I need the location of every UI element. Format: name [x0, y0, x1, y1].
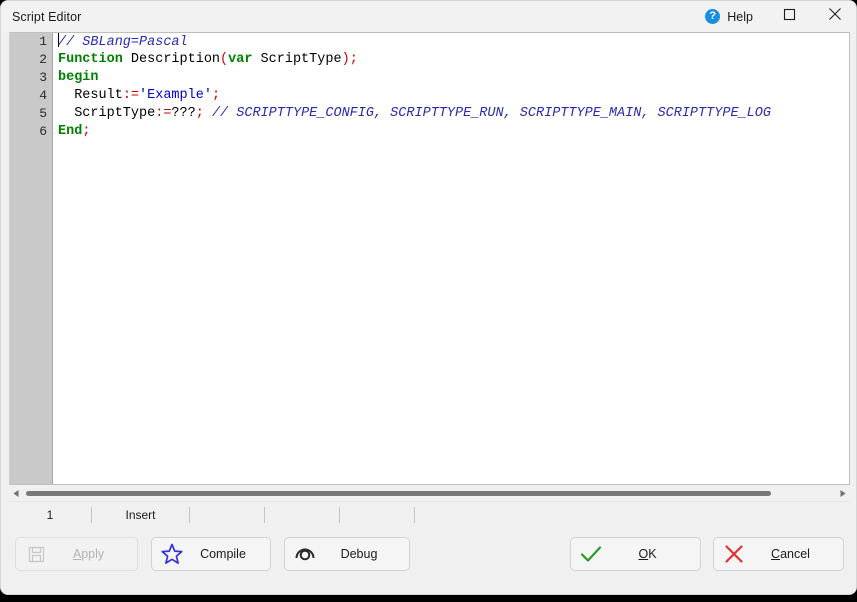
code-token: var — [228, 52, 253, 67]
cross-icon — [714, 544, 754, 564]
status-panel-6 — [415, 502, 535, 528]
script-editor-window: Script Editor ? Help 1 2 3 4 5 6 // SBLa… — [0, 0, 857, 595]
status-panel-4 — [265, 502, 339, 528]
code-token: End — [58, 124, 83, 139]
line-number: 3 — [39, 70, 47, 85]
code-line[interactable]: begin — [58, 69, 849, 87]
horizontal-scrollbar[interactable] — [9, 486, 850, 501]
line-number: 5 — [39, 106, 47, 121]
status-insert-mode: Insert — [125, 508, 156, 522]
code-token: Function — [58, 52, 123, 67]
code-editor[interactable]: 123456 // SBLang=Pascal Function Descript… — [9, 32, 850, 485]
triangle-left-icon — [12, 485, 21, 503]
code-token: ; — [82, 124, 91, 139]
star-icon — [152, 543, 192, 565]
dialog-button-bar: Apply Compile Debug OK Cancel — [1, 528, 856, 594]
help-button-label: Help — [727, 9, 753, 24]
horizontal-scrollbar-track[interactable] — [24, 486, 835, 501]
code-token: Description — [122, 52, 221, 67]
code-token: := — [155, 106, 172, 121]
line-number: 1 — [39, 34, 47, 49]
debug-button-label: Debug — [340, 547, 378, 561]
code-token: Result — [58, 88, 123, 103]
scroll-left-button[interactable] — [9, 486, 24, 501]
status-panel-3 — [190, 502, 264, 528]
ok-button-label: OK — [638, 547, 657, 561]
close-icon — [828, 7, 842, 26]
code-line[interactable]: Function Description(var ScriptType); — [58, 51, 849, 69]
code-token: // SBLang=Pascal — [58, 35, 188, 50]
apply-button-label: Apply — [72, 547, 105, 561]
code-token: ) — [341, 52, 350, 67]
question-mark-circle-icon: ? — [705, 9, 721, 24]
close-button[interactable] — [812, 1, 856, 32]
horizontal-scrollbar-thumb[interactable] — [26, 491, 771, 496]
eye-icon — [285, 544, 325, 564]
line-number: 6 — [39, 124, 47, 139]
compile-button-label: Compile — [200, 547, 246, 561]
code-token: ; — [349, 52, 358, 67]
save-floppy-icon — [16, 546, 56, 563]
code-line[interactable]: // SBLang=Pascal — [58, 33, 849, 51]
status-panel-5 — [340, 502, 414, 528]
line-number: 4 — [39, 88, 47, 103]
line-number-gutter: 1 2 3 4 5 6 — [10, 33, 53, 484]
maximize-icon — [783, 8, 796, 26]
line-number: 2 — [39, 52, 47, 67]
code-token: ScriptType — [58, 106, 156, 121]
check-icon — [571, 545, 611, 563]
code-token: ; — [195, 106, 204, 121]
code-token: // SCRIPTTYPE_CONFIG, SCRIPTTYPE_RUN, SC… — [211, 106, 771, 121]
title-bar-controls: ? Help — [695, 1, 856, 32]
maximize-button[interactable] — [766, 1, 812, 32]
status-bar: 1 Insert — [9, 501, 850, 527]
cancel-button[interactable]: Cancel — [713, 537, 844, 571]
debug-button[interactable]: Debug — [284, 537, 410, 571]
code-line[interactable]: ScriptType:=???; // SCRIPTTYPE_CONFIG, S… — [58, 105, 849, 123]
cancel-button-label: Cancel — [771, 547, 810, 561]
code-token: := — [122, 88, 140, 103]
compile-button[interactable]: Compile — [151, 537, 271, 571]
code-line[interactable]: End; — [58, 123, 849, 141]
help-button[interactable]: ? Help — [695, 1, 766, 32]
code-token: ( — [220, 52, 229, 67]
code-token: ; — [211, 88, 221, 103]
code-token: ??? — [171, 106, 196, 121]
title-bar: Script Editor ? Help — [1, 1, 856, 32]
code-token: 'Example' — [139, 88, 212, 103]
ok-button[interactable]: OK — [570, 537, 701, 571]
apply-button[interactable]: Apply — [15, 537, 138, 571]
code-token: ScriptType — [252, 52, 342, 67]
code-line[interactable]: Result:='Example'; — [58, 87, 849, 105]
window-title: Script Editor — [12, 9, 82, 24]
status-line-number: 1 — [46, 508, 54, 522]
code-token: begin — [58, 70, 99, 85]
code-text-area[interactable]: // SBLang=Pascal Function Description(var… — [54, 33, 849, 484]
triangle-right-icon — [838, 485, 847, 503]
scroll-right-button[interactable] — [835, 486, 850, 501]
